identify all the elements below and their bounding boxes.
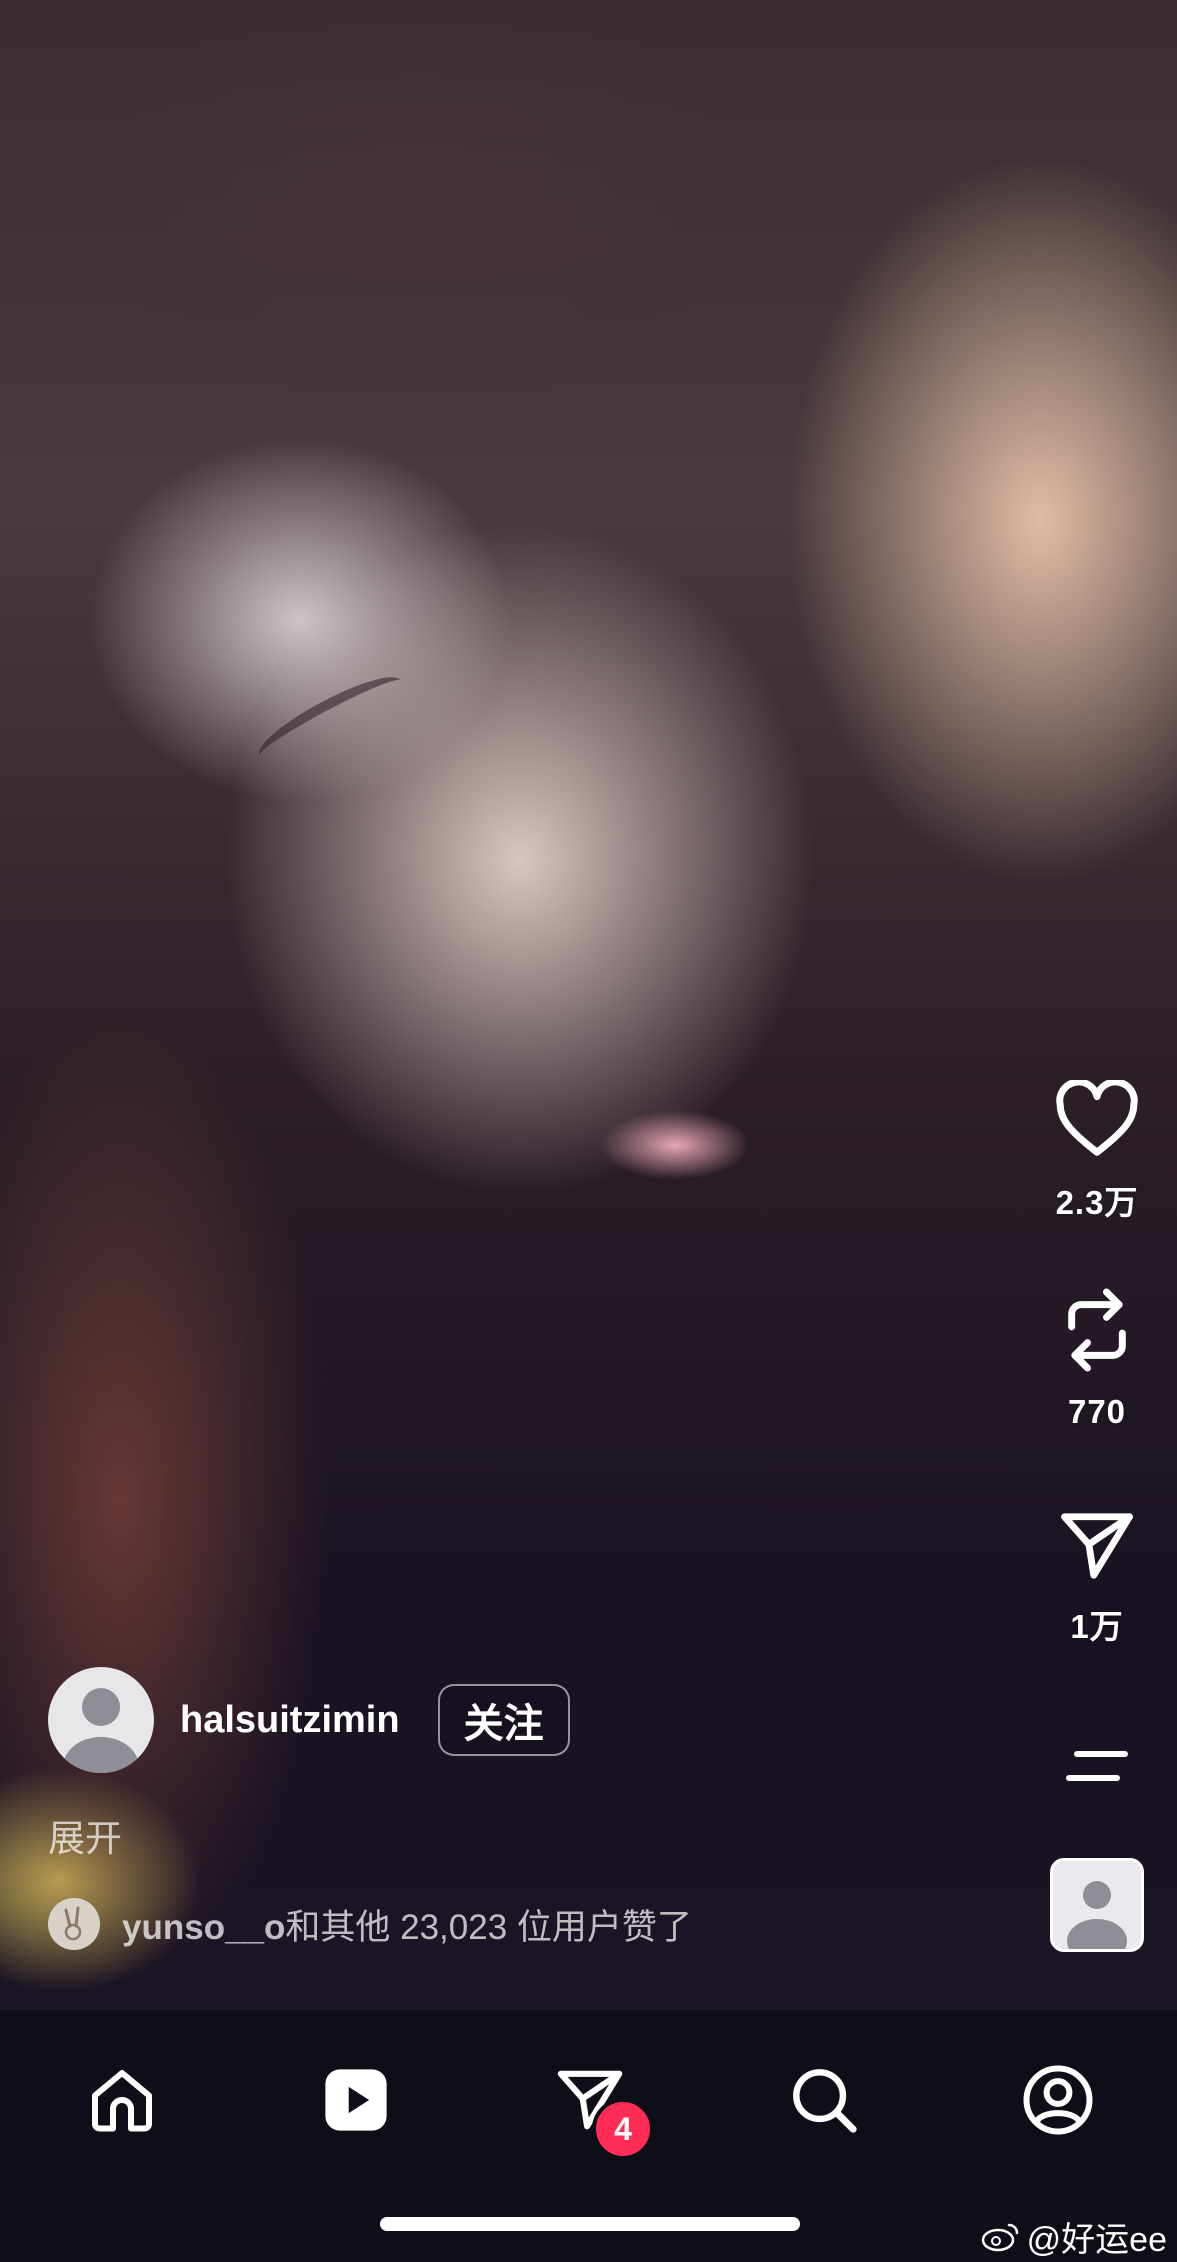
repost-count: 770: [1067, 1393, 1127, 1430]
liked-by-suffix: 和其他 23,023 位用户赞了: [285, 1907, 692, 1947]
like-count: 2.3万: [1055, 1184, 1139, 1221]
nav-home[interactable]: [72, 2050, 172, 2150]
reels-icon: [325, 2069, 387, 2131]
heart-icon: [1056, 1080, 1138, 1156]
follow-button[interactable]: 关注: [437, 1684, 570, 1756]
watermark: @好运ee: [981, 2212, 1167, 2261]
repost-button[interactable]: 770: [1017, 1285, 1177, 1431]
home-indicator[interactable]: [380, 2217, 800, 2231]
profile-icon: [1023, 2065, 1093, 2135]
audio-icon: [1050, 1858, 1144, 1952]
send-icon: [1061, 1513, 1133, 1579]
repost-icon: [1068, 1288, 1126, 1372]
liked-by-user[interactable]: yunso__o: [122, 1908, 285, 1947]
home-icon: [92, 2070, 152, 2132]
liked-by-text: yunso__o和其他 23,023 位用户赞了: [122, 1899, 692, 1950]
share-count: 1万: [1070, 1608, 1124, 1645]
audio-button[interactable]: [1017, 1858, 1177, 1952]
nav-profile[interactable]: [1008, 2050, 1108, 2150]
like-button[interactable]: 2.3万: [1017, 1080, 1177, 1224]
liked-avatar: [48, 1898, 100, 1950]
nav-search[interactable]: [774, 2050, 874, 2150]
share-button[interactable]: 1万: [1017, 1510, 1177, 1648]
avatar[interactable]: [48, 1667, 154, 1773]
username[interactable]: halsuitzimin: [180, 1699, 400, 1742]
more-button[interactable]: [1017, 1746, 1177, 1786]
watermark-text: @好运ee: [1026, 2221, 1167, 2259]
inbox-badge: 4: [592, 2098, 654, 2160]
nav-inbox[interactable]: 4: [540, 2050, 654, 2160]
liked-by-row[interactable]: yunso__o和其他 23,023 位用户赞了: [48, 1898, 692, 1950]
search-icon: [793, 2069, 857, 2133]
nav-reels[interactable]: [306, 2050, 406, 2150]
video-detail: [600, 1110, 750, 1180]
weibo-logo-icon: [981, 2223, 1018, 2251]
video-detail: [250, 664, 410, 772]
reels-screen: { "post": { "username": "halsuitzimin", …: [0, 0, 1177, 2262]
author-row: halsuitzimin 关注: [48, 1665, 570, 1775]
more-icon: [1066, 1751, 1128, 1781]
expand-caption[interactable]: 展开: [48, 1808, 122, 1862]
